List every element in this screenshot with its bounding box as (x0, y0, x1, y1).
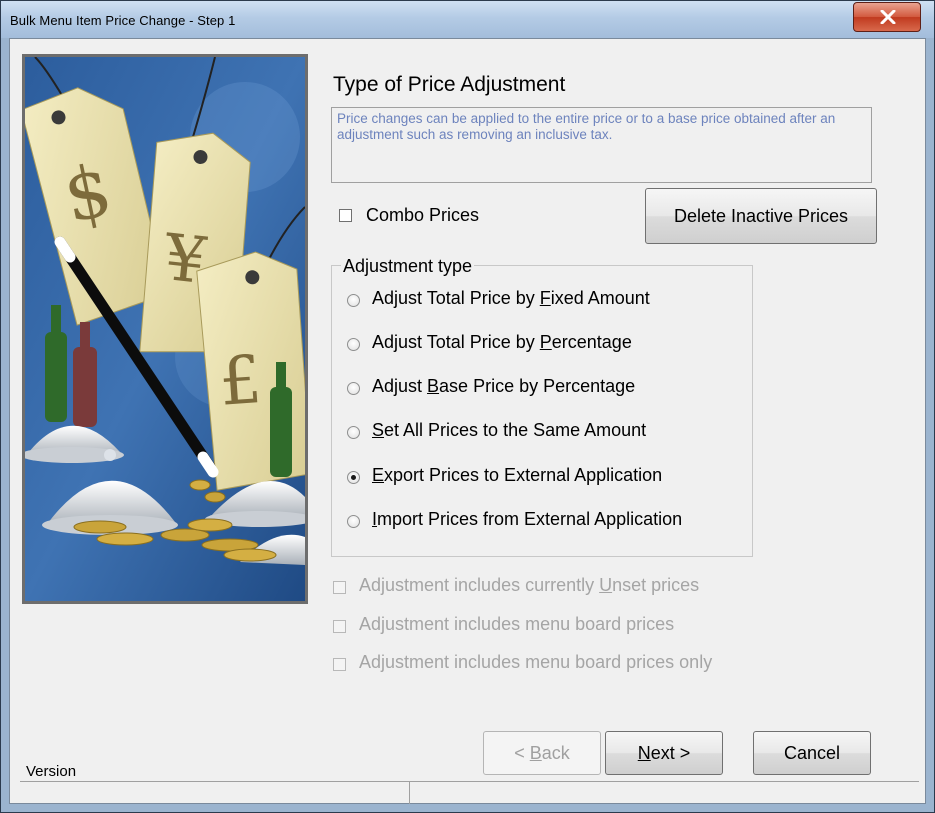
close-icon (880, 10, 896, 24)
adjustment-option-label-3[interactable]: Adjust Base Price by Percentage (372, 376, 635, 397)
radio-selected-dot (351, 475, 356, 480)
svg-text:£: £ (217, 341, 264, 421)
title-bar[interactable]: Bulk Menu Item Price Change - Step 1 (1, 1, 934, 38)
disabled-option-label-2: Adjustment includes menu board prices (359, 614, 675, 634)
status-cell-right (410, 782, 919, 804)
description-box: Price changes can be applied to the enti… (331, 107, 872, 183)
combo-prices-label[interactable]: Combo Prices (366, 205, 479, 226)
disabled-option-checkbox-1[interactable] (333, 581, 346, 594)
next-button[interactable]: Next > (605, 731, 723, 775)
adjustment-radio-4[interactable] (347, 426, 360, 439)
delete-inactive-prices-button[interactable]: Delete Inactive Prices (645, 188, 877, 244)
status-cell-left (20, 782, 410, 804)
back-button[interactable]: < Back (483, 731, 601, 775)
adjustment-option-label-1[interactable]: Adjust Total Price by Fixed Amount (372, 288, 650, 309)
next-button-label: Next > (637, 742, 691, 763)
adjustment-option-label-6[interactable]: Import Prices from External Application (372, 509, 682, 530)
adjustment-radio-1[interactable] (347, 294, 360, 307)
artwork-image: $ ¥ £ (22, 54, 308, 604)
back-button-label: < Back (514, 742, 570, 763)
disabled-option-label-3: Adjustment includes menu board prices on… (359, 652, 713, 672)
price-tags-illustration: $ ¥ £ (25, 57, 305, 601)
cancel-button[interactable]: Cancel (753, 731, 871, 775)
adjustment-radio-3[interactable] (347, 382, 360, 395)
disabled-option-checkbox-2[interactable] (333, 620, 346, 633)
adjustment-radio-6[interactable] (347, 515, 360, 528)
adjustment-type-title: Adjustment type (341, 256, 475, 277)
adjustment-option-label-2[interactable]: Adjust Total Price by Percentage (372, 332, 632, 353)
close-button[interactable] (853, 2, 921, 32)
combo-prices-checkbox[interactable] (339, 209, 352, 222)
adjustment-option-label-5[interactable]: Export Prices to External Application (372, 465, 662, 486)
adjustment-option-label-4[interactable]: Set All Prices to the Same Amount (372, 420, 646, 441)
version-label: Version (26, 763, 77, 780)
page-title: Type of Price Adjustment (333, 73, 566, 96)
adjustment-radio-2[interactable] (347, 338, 360, 351)
adjustment-radio-5[interactable] (347, 471, 360, 484)
disabled-option-label-1: Adjustment includes currently Unset pric… (359, 575, 700, 595)
disabled-option-checkbox-3[interactable] (333, 658, 346, 671)
window-title: Bulk Menu Item Price Change - Step 1 (10, 13, 236, 28)
